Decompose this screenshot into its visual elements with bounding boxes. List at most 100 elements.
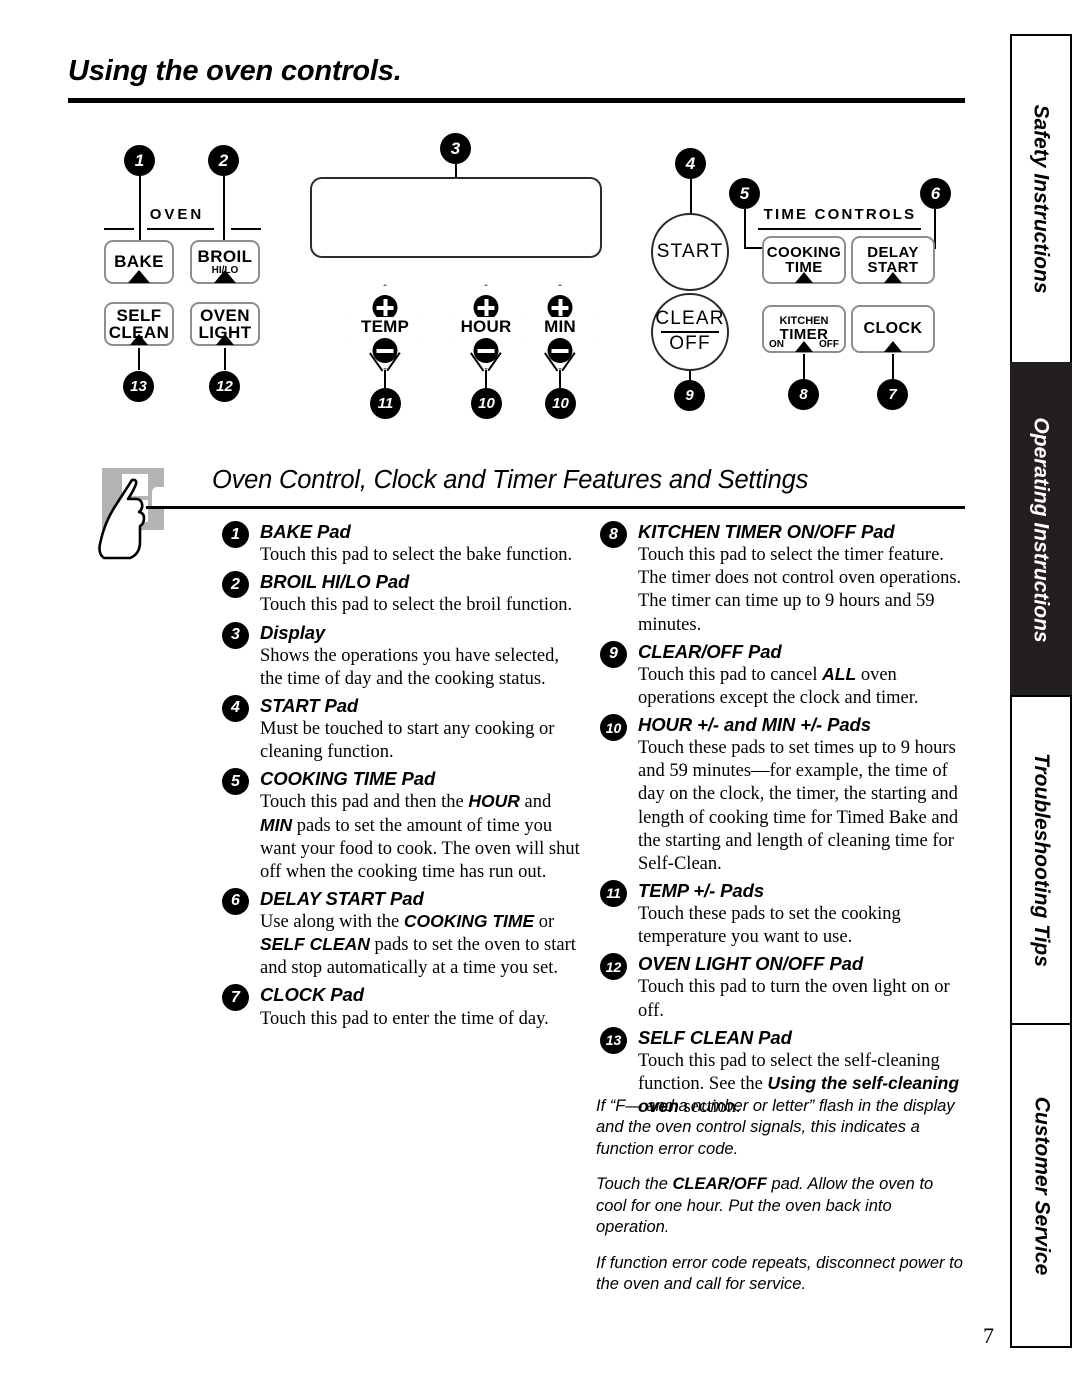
error-note: If function error code repeats, disconne…	[596, 1253, 963, 1294]
callout-2: 2	[208, 145, 239, 176]
feature-body: OVEN LIGHT ON/OFF Pad Touch this pad to t…	[638, 952, 968, 1022]
pad-off-label: OFF	[669, 333, 711, 354]
feature-title: COOKING TIME Pad	[260, 768, 436, 790]
feature-description: Touch this pad to turn the oven light on…	[638, 977, 950, 1021]
feature-number-3: 3	[222, 621, 249, 649]
callout-13: 13	[123, 371, 154, 402]
tab-safety-instructions[interactable]: Safety Instructions	[1010, 34, 1072, 364]
feature-body: COOKING TIME Pad Touch this pad and then …	[260, 767, 582, 884]
feature-body: BROIL HI/LO Pad Touch this pad to select …	[260, 570, 582, 617]
feature-number-6: 6	[222, 887, 249, 915]
error-notes: If “F— and a number or letter” flash in …	[596, 1096, 968, 1310]
feature-body: KITCHEN TIMER ON/OFF Pad Touch this pad t…	[638, 520, 968, 637]
feature-description: Touch this pad and then the HOUR and MIN…	[260, 791, 580, 882]
pad-cooking-time[interactable]: COOKING TIME	[762, 236, 846, 284]
time-controls-group-label: TIME CONTROLS	[763, 206, 917, 223]
title-divider	[68, 98, 965, 103]
pad-oven-light[interactable]: OVEN LIGHT	[190, 302, 260, 346]
leader-line-5v	[744, 209, 746, 248]
feature-description: Touch these pads to set times up to 9 ho…	[638, 738, 959, 874]
leader-line-10b	[559, 370, 561, 388]
feature-number-4: 4	[222, 694, 249, 722]
leader-line-10a	[485, 370, 487, 388]
pad-start-label: START	[656, 240, 724, 262]
feature-title: KITCHEN TIMER ON/OFF Pad	[638, 521, 895, 542]
callout-8: 8	[788, 379, 819, 410]
pad-min[interactable]: MIN	[524, 284, 596, 370]
leader-line-8	[803, 354, 805, 380]
pad-clock[interactable]: CLOCK	[851, 305, 935, 353]
error-note: If “F— and a number or letter” flash in …	[596, 1097, 955, 1158]
feature-item: 1 BAKE Pad Touch this pad to select the ba…	[222, 520, 582, 567]
pad-bake-label: BAKE	[114, 252, 164, 272]
feature-item: 6 DELAY START Pad Use along with the COOKI…	[222, 887, 582, 981]
pad-clock-marker	[884, 341, 902, 352]
feature-description: Use along with the COOKING TIME or SELF …	[260, 911, 576, 979]
pad-clock-label: CLOCK	[863, 319, 923, 337]
tab-operating-instructions[interactable]: Operating Instructions	[1010, 362, 1072, 697]
feature-description: Touch these pads to set the cooking temp…	[638, 904, 901, 948]
feature-description: Touch this pad to select the bake functi…	[260, 545, 573, 566]
feature-number-7: 7	[222, 984, 249, 1012]
feature-title: START Pad	[260, 694, 359, 716]
feature-number-1: 1	[222, 521, 249, 548]
pad-broil[interactable]: BROIL HI/LO	[190, 240, 260, 284]
feature-body: CLEAR/OFF Pad Touch this pad to cancel AL…	[638, 640, 968, 710]
feature-body: BAKE Pad Touch this pad to select the bak…	[260, 520, 582, 567]
feature-body: HOUR +/- and MIN +/- Pads Touch these pad…	[638, 713, 968, 876]
feature-item: 8 KITCHEN TIMER ON/OFF Pad Touch this pad …	[600, 520, 968, 637]
pad-broil-label: BROIL	[197, 246, 253, 266]
pad-temp-label: TEMP	[349, 317, 421, 337]
pad-bake[interactable]: BAKE	[104, 240, 174, 284]
pad-kitchen-timer-marker	[795, 341, 813, 352]
tab-label: Operating Instructions	[1030, 416, 1053, 643]
feature-number-10: 10	[600, 714, 627, 741]
feature-body: START Pad Must be touched to start any co…	[260, 694, 582, 764]
pad-self-clean[interactable]: SELF CLEAN	[104, 302, 174, 346]
feature-title: CLOCK Pad	[260, 984, 364, 1006]
pad-min-label: MIN	[524, 317, 596, 337]
callout-7: 7	[877, 379, 908, 410]
leader-line-11	[384, 370, 386, 388]
feature-description: Touch this pad to cancel ALL oven operat…	[638, 663, 919, 708]
tab-customer-service[interactable]: Customer Service	[1010, 1023, 1072, 1348]
pad-delay-start[interactable]: DELAY START	[851, 236, 935, 284]
pad-kitchen-timer[interactable]: KITCHEN TIMER ON OFF	[762, 305, 846, 353]
pad-clear-off[interactable]: CLEAR OFF	[651, 293, 729, 371]
page-title: Using the oven controls.	[68, 55, 402, 87]
callout-1: 1	[124, 145, 155, 176]
feature-title: HOUR +/- and MIN +/- Pads	[638, 714, 871, 735]
feature-number-12: 12	[600, 953, 627, 981]
pad-clear-label: CLEAR	[655, 308, 725, 330]
pad-hour[interactable]: HOUR	[450, 284, 522, 370]
pad-start[interactable]: START	[651, 213, 729, 291]
feature-title: TEMP +/- Pads	[638, 879, 765, 901]
feature-item: 4 START Pad Must be touched to start any c…	[222, 694, 582, 764]
display-window	[310, 177, 602, 258]
feature-item: 7 CLOCK Pad Touch this pad to enter the ti…	[222, 983, 582, 1030]
feature-description: Must be touched to start any cooking or …	[260, 719, 555, 763]
feature-item: 10 HOUR +/- and MIN +/- Pads Touch these p…	[600, 713, 968, 876]
error-note: Touch the CLEAR/OFF pad. Allow the oven …	[596, 1175, 934, 1237]
feature-description: Touch this pad to select the broil funct…	[260, 595, 573, 616]
pad-hour-label: HOUR	[450, 317, 522, 337]
pad-oven-label: OVEN	[200, 305, 250, 325]
feature-title: BAKE Pad	[260, 521, 351, 542]
feature-list-right: 8 KITCHEN TIMER ON/OFF Pad Touch this pad …	[600, 520, 968, 1122]
feature-number-13: 13	[600, 1026, 627, 1054]
feature-body: CLOCK Pad Touch this pad to enter the tim…	[260, 983, 582, 1030]
feature-item: 5 COOKING TIME Pad Touch this pad and then…	[222, 767, 582, 884]
tab-troubleshooting-tips[interactable]: Troubleshooting Tips	[1010, 695, 1072, 1025]
pad-bake-marker	[128, 270, 150, 283]
feature-title: OVEN LIGHT ON/OFF Pad	[638, 953, 864, 975]
pad-temp[interactable]: TEMP	[349, 284, 421, 370]
pad-delay-start-marker	[884, 272, 902, 283]
hand-pointer-icon	[94, 466, 198, 564]
pad-timer-off-label: OFF	[819, 338, 839, 350]
pad-broil-marker	[214, 270, 236, 283]
leader-line-12	[224, 348, 226, 370]
tab-label: Safety Instructions	[1030, 104, 1054, 294]
manual-page: Using the oven controls. 1 2 OVEN BAKE B…	[0, 0, 1080, 1397]
callout-4: 4	[675, 148, 706, 179]
oven-rule-left	[104, 228, 134, 230]
